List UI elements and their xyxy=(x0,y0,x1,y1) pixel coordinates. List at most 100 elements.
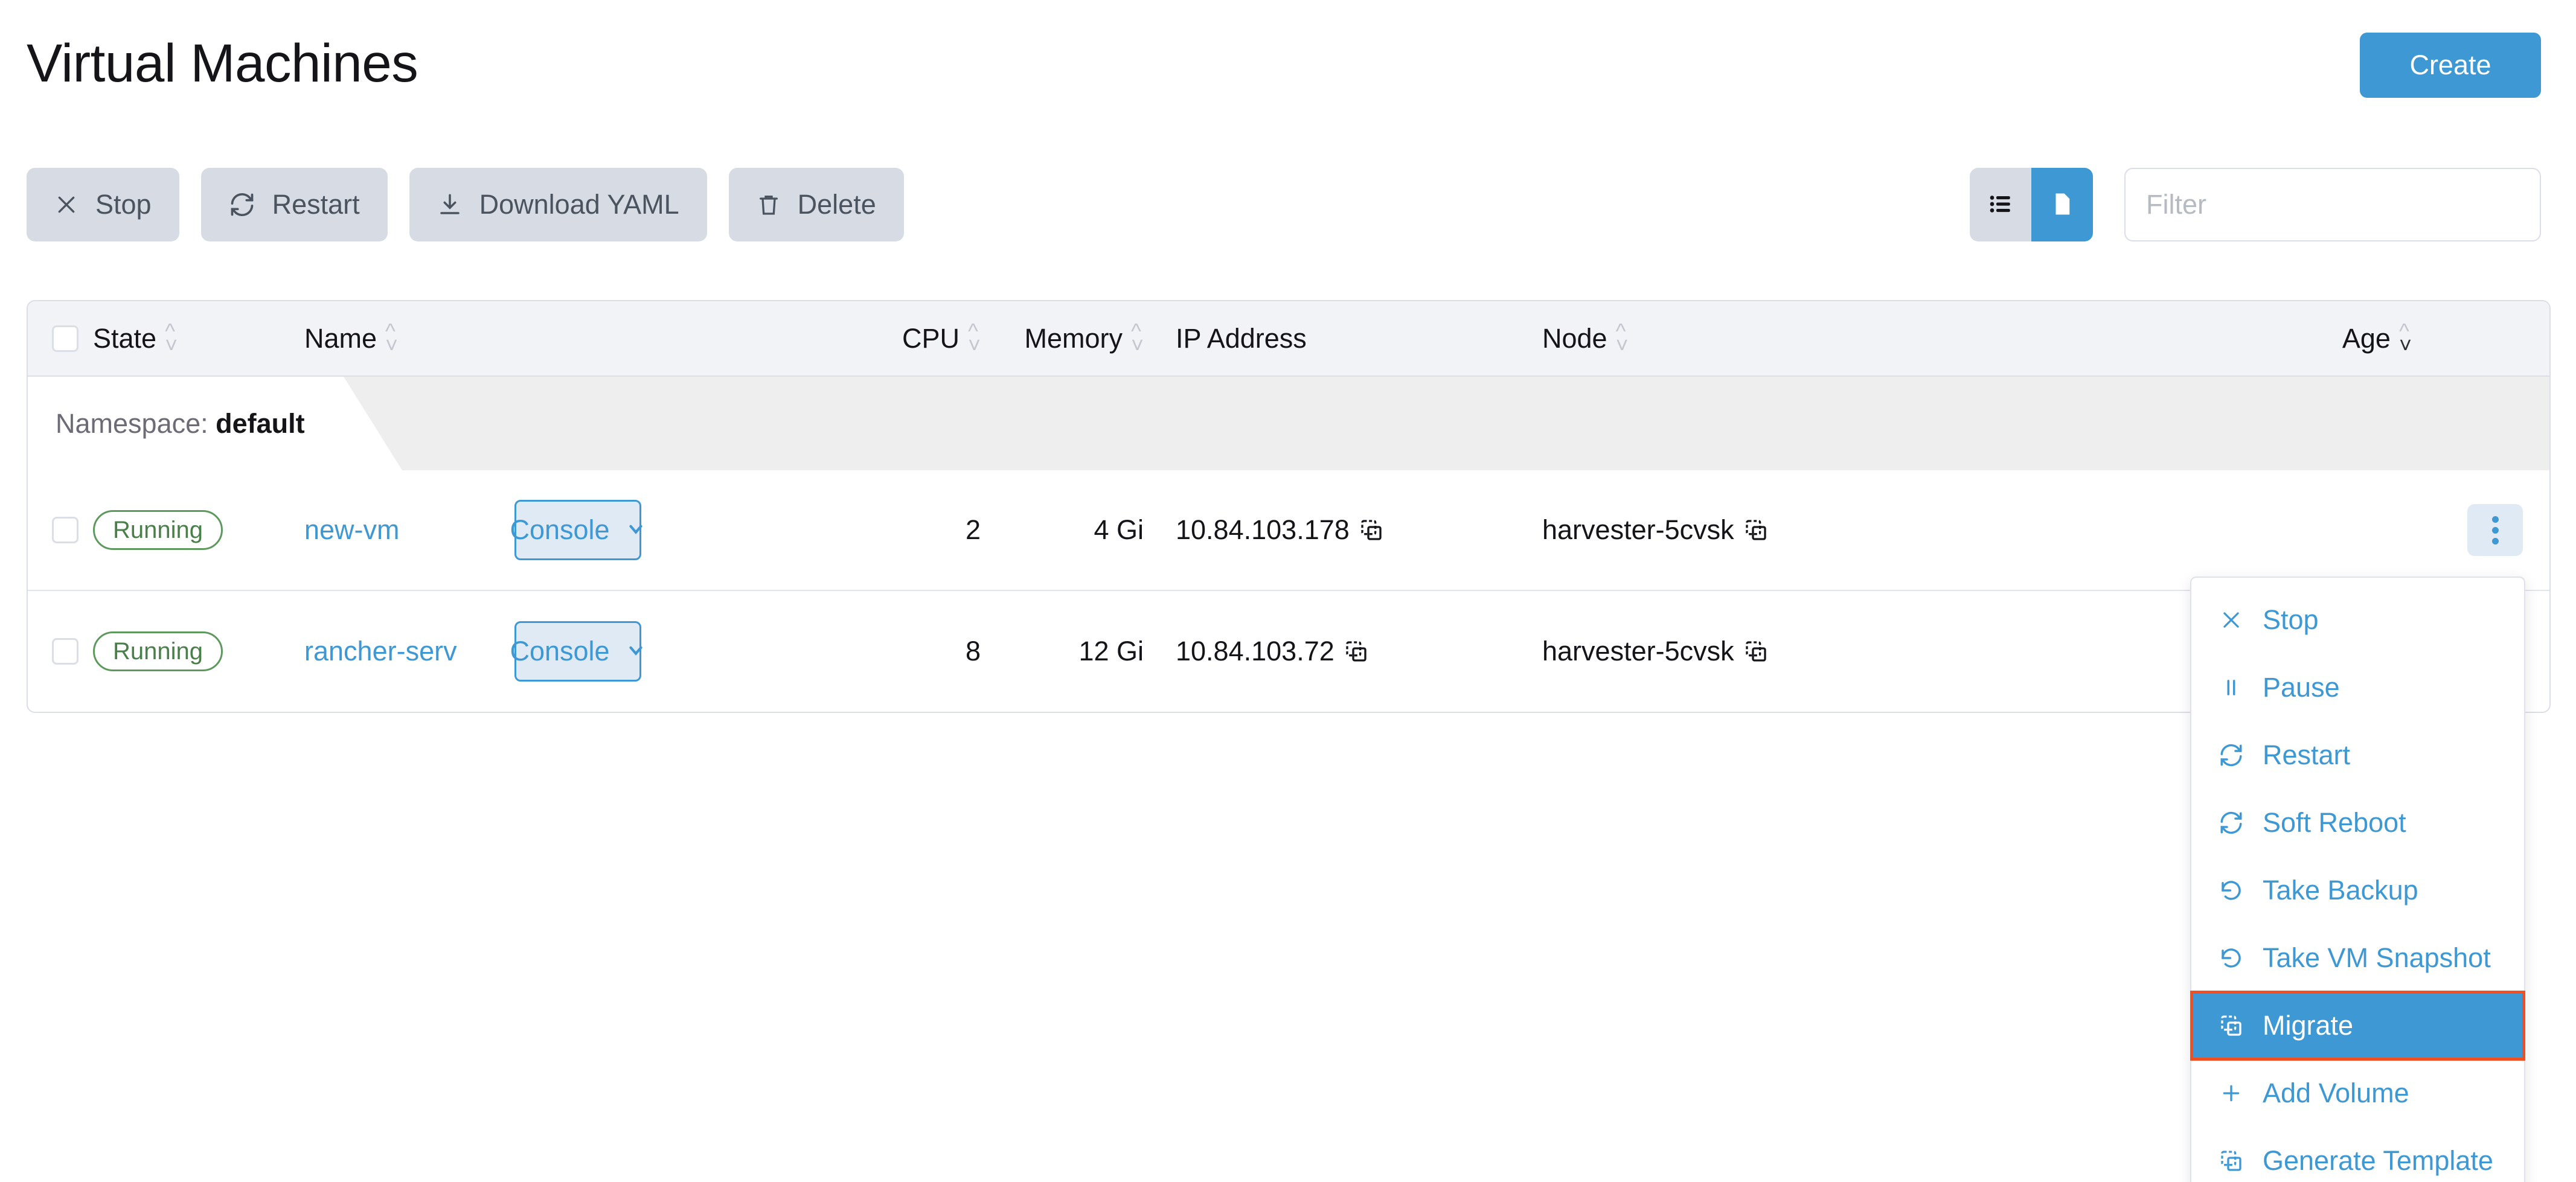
column-header-ip-address-label: IP Address xyxy=(1176,323,1307,354)
page-title: Virtual Machines xyxy=(27,36,418,90)
group-view-button[interactable] xyxy=(2031,168,2093,241)
dots-vertical-icon xyxy=(2492,527,2499,534)
row-ip-value: 10.84.103.178 xyxy=(1176,514,1350,546)
stop-button[interactable]: Stop xyxy=(27,168,179,241)
select-all-checkbox[interactable] xyxy=(52,325,78,352)
close-icon xyxy=(54,193,78,217)
row-node-cell: harvester-5cvsk xyxy=(1542,636,2104,667)
menu-item-pause[interactable]: Pause xyxy=(2191,654,2524,721)
dots-vertical-icon xyxy=(2492,516,2499,523)
refresh-icon xyxy=(2218,743,2244,768)
chevron-down-icon xyxy=(626,514,646,546)
download-icon xyxy=(437,192,463,217)
row-checkbox[interactable] xyxy=(52,517,78,543)
console-button[interactable]: Console xyxy=(514,500,641,560)
namespace-group-tab: Namespace: default xyxy=(28,377,402,470)
copy-icon[interactable] xyxy=(1359,518,1383,542)
column-header-name-label: Name xyxy=(304,323,377,354)
column-header-ip-address: IP Address xyxy=(1144,323,1542,354)
row-actions-button[interactable] xyxy=(2467,504,2523,556)
create-button[interactable]: Create xyxy=(2360,33,2541,98)
bulk-actions-group: Stop Restart Download YAML xyxy=(27,168,904,241)
column-header-node-label: Node xyxy=(1542,323,1607,354)
menu-item-take-vm-snapshot[interactable]: Take VM Snapshot xyxy=(2191,924,2524,992)
sort-icon: ^˅ xyxy=(1616,325,1629,352)
column-header-age[interactable]: Age ^˅ xyxy=(2104,323,2442,354)
download-yaml-button-label: Download YAML xyxy=(479,189,679,220)
row-node-value: harvester-5cvsk xyxy=(1542,636,1734,667)
dots-vertical-icon xyxy=(2492,538,2499,545)
undo-icon xyxy=(2218,945,2244,971)
row-memory-cell: 4 Gi xyxy=(981,514,1144,546)
vm-name-link[interactable]: new-vm xyxy=(304,514,400,546)
column-header-name[interactable]: Name ^˅ xyxy=(304,323,642,354)
menu-item-generate-template-label: Generate Template xyxy=(2263,1145,2493,1177)
menu-item-restart[interactable]: Restart xyxy=(2191,721,2524,789)
status-badge: Running xyxy=(93,510,223,550)
row-ip-cell: 10.84.103.72 xyxy=(1144,636,1542,667)
plus-icon xyxy=(2218,1081,2244,1105)
row-select-cell xyxy=(28,638,93,665)
menu-item-restart-label: Restart xyxy=(2263,740,2350,771)
namespace-group-row: Namespace: default xyxy=(28,377,2549,470)
restart-button[interactable]: Restart xyxy=(201,168,388,241)
vm-name-link[interactable]: rancher-serv xyxy=(304,636,457,667)
menu-item-take-backup-label: Take Backup xyxy=(2263,875,2418,906)
menu-item-migrate-label: Migrate xyxy=(2263,1010,2353,1041)
copy-icon xyxy=(2218,1014,2244,1038)
namespace-group-prefix: Namespace: xyxy=(56,408,208,439)
sort-icon: ^˅ xyxy=(165,325,178,352)
column-header-cpu[interactable]: CPU ^˅ xyxy=(642,323,981,354)
menu-item-migrate[interactable]: Migrate xyxy=(2191,992,2524,1059)
column-header-node[interactable]: Node ^˅ xyxy=(1542,323,2104,354)
status-badge: Running xyxy=(93,631,223,671)
copy-icon xyxy=(2218,1149,2244,1173)
copy-icon[interactable] xyxy=(1344,639,1368,663)
vm-table: State ^˅ Name ^˅ CPU ^˅ Memory ^˅ IP Add… xyxy=(27,300,2551,713)
menu-item-generate-template[interactable]: Generate Template xyxy=(2191,1127,2524,1182)
console-button-label: Console xyxy=(510,514,609,546)
table-header-row: State ^˅ Name ^˅ CPU ^˅ Memory ^˅ IP Add… xyxy=(28,301,2549,377)
column-header-cpu-label: CPU xyxy=(902,323,960,354)
toolbar-right-group xyxy=(1970,168,2541,241)
column-header-memory-label: Memory xyxy=(1024,323,1123,354)
menu-item-take-backup[interactable]: Take Backup xyxy=(2191,857,2524,924)
sort-icon: ^˅ xyxy=(2399,325,2412,352)
pause-icon xyxy=(2218,676,2244,699)
list-view-button[interactable] xyxy=(1970,168,2031,241)
file-icon xyxy=(2049,191,2075,219)
menu-item-soft-reboot[interactable]: Soft Reboot xyxy=(2191,789,2524,857)
menu-item-stop[interactable]: Stop xyxy=(2191,586,2524,654)
copy-icon[interactable] xyxy=(1744,639,1768,663)
chevron-down-icon xyxy=(626,636,646,667)
menu-item-add-volume-label: Add Volume xyxy=(2263,1078,2409,1109)
close-icon xyxy=(2218,609,2244,631)
namespace-group-label: Namespace: default xyxy=(28,408,305,439)
table-row[interactable]: Running new-vm Console 2 4 Gi 10.84.103.… xyxy=(28,470,2549,591)
select-all-cell xyxy=(28,325,93,352)
row-node-value: harvester-5cvsk xyxy=(1542,514,1734,546)
menu-item-take-vm-snapshot-label: Take VM Snapshot xyxy=(2263,942,2491,974)
delete-button[interactable]: Delete xyxy=(729,168,904,241)
column-header-memory[interactable]: Memory ^˅ xyxy=(981,323,1144,354)
row-select-cell xyxy=(28,517,93,543)
column-header-state-label: State xyxy=(93,323,156,354)
menu-item-add-volume[interactable]: Add Volume xyxy=(2191,1059,2524,1127)
download-yaml-button[interactable]: Download YAML xyxy=(409,168,707,241)
refresh-icon xyxy=(2218,810,2244,835)
filter-input[interactable] xyxy=(2124,168,2541,241)
row-state-cell: Running xyxy=(93,631,304,671)
column-header-age-label: Age xyxy=(2342,323,2391,354)
row-memory-cell: 12 Gi xyxy=(981,636,1144,667)
console-button[interactable]: Console xyxy=(514,621,641,682)
table-row[interactable]: Running rancher-serv Console 8 12 Gi 10.… xyxy=(28,591,2549,712)
row-cpu-cell: 2 xyxy=(642,514,981,546)
console-button-label: Console xyxy=(510,636,609,667)
column-header-state[interactable]: State ^˅ xyxy=(93,323,304,354)
vm-actions-menu: Stop Pause Restart xyxy=(2190,577,2525,1182)
toolbar: Stop Restart Download YAML xyxy=(0,168,2576,258)
copy-icon[interactable] xyxy=(1744,518,1768,542)
row-checkbox[interactable] xyxy=(52,638,78,665)
menu-item-stop-label: Stop xyxy=(2263,604,2319,636)
row-node-cell: harvester-5cvsk xyxy=(1542,514,2104,546)
